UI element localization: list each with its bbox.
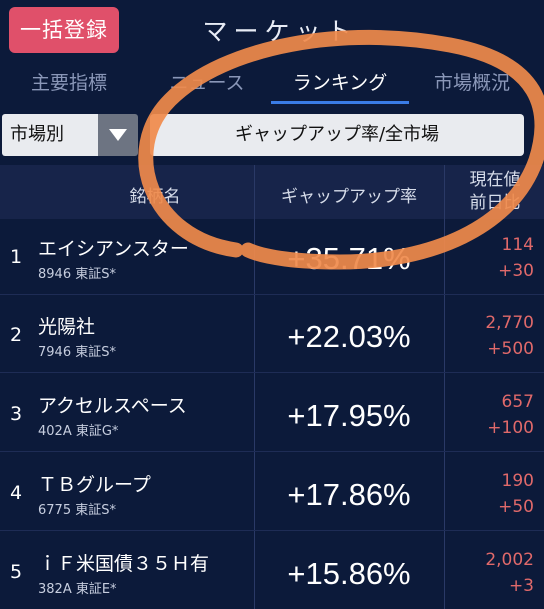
price-change: +30 bbox=[498, 261, 534, 281]
rank-number: 5 bbox=[10, 561, 23, 583]
stock-code: 8946 東証S* bbox=[38, 267, 116, 282]
gap-up-rate: +17.95% bbox=[287, 398, 411, 433]
tab-news[interactable]: ニュース bbox=[152, 60, 262, 106]
current-price: 657 bbox=[501, 392, 534, 412]
current-price: 190 bbox=[501, 471, 534, 491]
table-header: 銘柄名 ギャップアップ率 現在値 前日比 bbox=[0, 165, 544, 219]
current-price: 2,770 bbox=[485, 313, 534, 333]
stock-code: 382A 東証E* bbox=[38, 582, 117, 597]
stock-code: 7946 東証S* bbox=[38, 345, 116, 360]
rank-number: 1 bbox=[10, 246, 23, 268]
price-change: +50 bbox=[498, 497, 534, 517]
column-header-gap-rate[interactable]: ギャップアップ率 bbox=[254, 182, 444, 207]
rank-number: 2 bbox=[10, 324, 23, 346]
market-select-dropdown[interactable] bbox=[98, 114, 138, 156]
table-row[interactable]: 4 ＴＢグループ 6775 東証S* +17.86% 190 +50 bbox=[0, 455, 544, 531]
price-change: +500 bbox=[487, 339, 534, 359]
market-screen: 一括登録 マーケット 主要指標 ニュース ランキング 市場概況 市場別 ギャップ… bbox=[0, 0, 544, 609]
gap-up-rate: +35.71% bbox=[287, 241, 411, 276]
gap-up-rate: +22.03% bbox=[287, 319, 411, 354]
filter-bar: 市場別 ギャップアップ率/全市場 bbox=[0, 110, 544, 162]
stock-name: アクセルスペース bbox=[38, 395, 187, 417]
current-price: 2,002 bbox=[485, 550, 534, 570]
stock-name: 光陽社 bbox=[38, 316, 96, 338]
table-row[interactable]: 5 ｉＦ米国債３５Ｈ有 382A 東証E* +15.86% 2,002 +3 bbox=[0, 534, 544, 609]
stock-name: ｉＦ米国債３５Ｈ有 bbox=[38, 553, 210, 575]
price-change: +100 bbox=[487, 418, 534, 438]
tab-bar: 主要指標 ニュース ランキング 市場概況 bbox=[0, 60, 544, 106]
header-bar: 一括登録 マーケット bbox=[0, 0, 544, 58]
rank-number: 4 bbox=[10, 482, 23, 504]
page-title: マーケット bbox=[202, 17, 358, 46]
active-tab-indicator bbox=[271, 101, 409, 104]
market-select[interactable]: 市場別 bbox=[2, 114, 98, 156]
stock-name: エイシアンスター bbox=[38, 238, 189, 260]
rank-number: 3 bbox=[10, 403, 23, 425]
ranking-type-select[interactable]: ギャップアップ率/全市場 bbox=[150, 114, 524, 156]
tab-ranking[interactable]: ランキング bbox=[271, 60, 409, 106]
column-header-price-line2: 前日比 bbox=[469, 193, 521, 213]
table-row[interactable]: 2 光陽社 7946 東証S* +22.03% 2,770 +500 bbox=[0, 297, 544, 373]
stock-name: ＴＢグループ bbox=[38, 474, 151, 496]
table-row[interactable]: 1 エイシアンスター 8946 東証S* +35.71% 114 +30 bbox=[0, 219, 544, 295]
gap-up-rate: +15.86% bbox=[287, 556, 411, 591]
current-price: 114 bbox=[501, 235, 534, 255]
tab-major-indices[interactable]: 主要指標 bbox=[10, 60, 128, 106]
stock-code: 6775 東証S* bbox=[38, 503, 116, 518]
bulk-register-button[interactable]: 一括登録 bbox=[9, 7, 119, 53]
chevron-down-icon bbox=[109, 129, 127, 141]
table-row[interactable]: 3 アクセルスペース 402A 東証G* +17.95% 657 +100 bbox=[0, 376, 544, 452]
price-change: +3 bbox=[508, 576, 534, 596]
column-header-price-line1: 現在値 bbox=[469, 170, 521, 190]
stock-code: 402A 東証G* bbox=[38, 424, 119, 439]
column-header-price[interactable]: 現在値 前日比 bbox=[446, 169, 544, 215]
tab-market-overview[interactable]: 市場概況 bbox=[434, 60, 544, 106]
column-header-name[interactable]: 銘柄名 bbox=[55, 182, 255, 207]
gap-up-rate: +17.86% bbox=[287, 477, 411, 512]
